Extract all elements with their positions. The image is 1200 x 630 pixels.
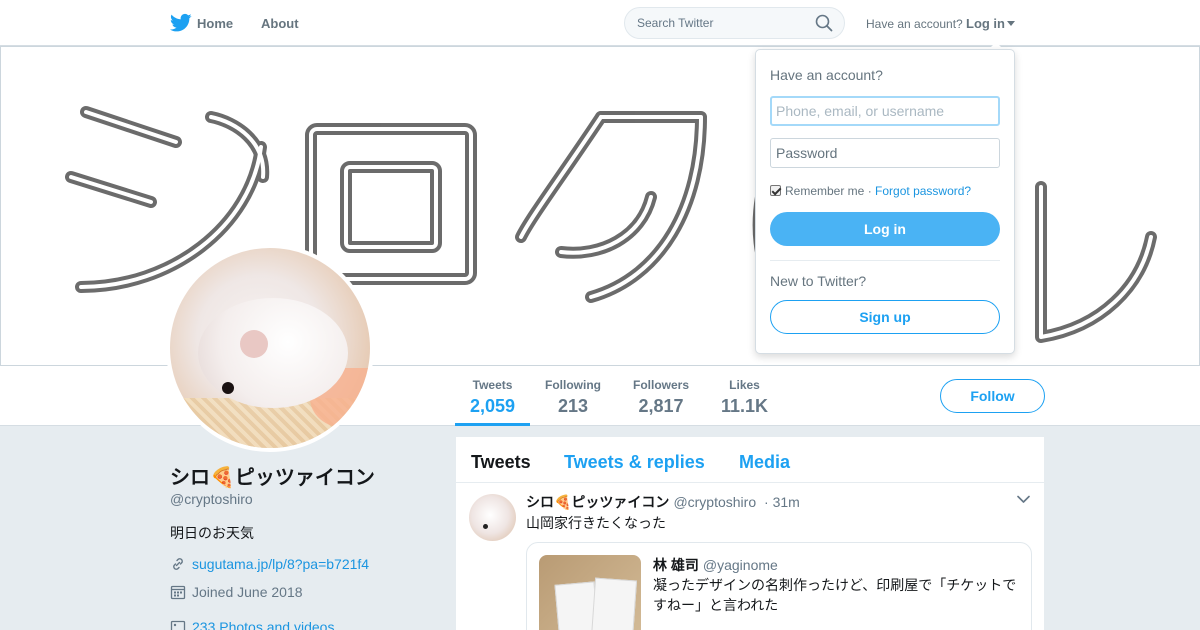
signup-button[interactable]: Sign up xyxy=(770,300,1000,334)
quoted-tweet-header: 林 雄司 @yaginome xyxy=(653,555,778,575)
timeline-tabs: Tweets Tweets & replies Media xyxy=(456,437,1044,483)
new-to-twitter-text: New to Twitter? xyxy=(770,273,867,289)
quoted-author-name: 林 雄司 xyxy=(653,557,699,573)
hamster-photo xyxy=(170,248,370,448)
stat-following[interactable]: Following 213 xyxy=(545,378,601,417)
profile-handle[interactable]: @cryptoshiro xyxy=(170,491,253,507)
separator-dot: · xyxy=(867,184,872,198)
profile-url-link[interactable]: sugutama.jp/lp/8?pa=b721f4 xyxy=(192,556,369,572)
dropdown-have-account-text: Have an account? xyxy=(770,67,883,83)
quoted-author-handle: @yaginome xyxy=(702,557,778,573)
stat-tweets[interactable]: Tweets 2,059 xyxy=(470,378,515,417)
calendar-icon xyxy=(170,585,186,600)
stat-followers-value: 2,817 xyxy=(638,396,684,416)
profile-avatar[interactable] xyxy=(166,244,374,452)
stat-followers[interactable]: Followers 2,817 xyxy=(633,378,689,417)
tweet-author-name[interactable]: シロ🍕ピッツァイコン xyxy=(526,494,669,510)
quoted-tweet-card[interactable]: 林 雄司 @yaginome 凝ったデザインの名刺作ったけど、印刷屋で「チケットで… xyxy=(526,542,1032,630)
profile-bio: 明日のお天気 xyxy=(170,525,254,541)
tweet-author-handle[interactable]: @cryptoshiro xyxy=(673,494,756,510)
ticket-card-graphic xyxy=(590,577,638,630)
timeline-panel: Tweets Tweets & replies Media シロ🍕ピッツァイコン… xyxy=(456,437,1044,630)
quoted-tweet-text: 凝ったデザインの名刺作ったけど、印刷屋で「チケットですねー」と言われた xyxy=(653,577,1017,613)
twitter-bird-icon[interactable] xyxy=(170,13,192,33)
chevron-down-icon[interactable] xyxy=(1017,495,1030,504)
tweet-header: シロ🍕ピッツァイコン @cryptoshiro · 31m xyxy=(526,492,800,512)
tweet-text: 山岡家行きたくなった xyxy=(526,515,666,531)
stat-likes-label: Likes xyxy=(729,378,760,392)
stat-followers-label: Followers xyxy=(633,378,690,392)
photo-icon xyxy=(170,620,186,630)
have-account-text: Have an account? xyxy=(866,17,963,31)
profile-photos-link[interactable]: 233 Photos and videos xyxy=(192,619,334,630)
tab-tweets[interactable]: Tweets xyxy=(471,452,531,473)
profile-photos-row[interactable]: 233 Photos and videos xyxy=(170,619,334,630)
search-input[interactable]: Search Twitter xyxy=(624,7,845,39)
hamster-body-graphic xyxy=(198,298,348,408)
nav-home-link[interactable]: Home xyxy=(197,16,233,31)
profile-url-row[interactable]: sugutama.jp/lp/8?pa=b721f4 xyxy=(170,556,369,572)
mini-hamster-eye-graphic xyxy=(483,524,488,529)
password-field[interactable]: Password xyxy=(770,138,1000,168)
username-field[interactable]: Phone, email, or username xyxy=(770,96,1000,126)
tab-media[interactable]: Media xyxy=(739,452,790,473)
stat-following-value: 213 xyxy=(557,396,589,416)
login-dropdown: Have an account? Phone, email, or userna… xyxy=(755,49,1015,354)
remember-me-checkbox[interactable] xyxy=(770,185,781,196)
profile-joined-text: Joined June 2018 xyxy=(192,584,303,600)
dropdown-divider xyxy=(770,260,1000,261)
hamster-ear-graphic xyxy=(240,330,268,358)
stat-tweets-value: 2,059 xyxy=(470,396,516,416)
login-dropdown-toggle[interactable]: Log in xyxy=(966,16,1005,31)
nav-about-link[interactable]: About xyxy=(261,16,299,31)
forgot-password-link[interactable]: Forgot password? xyxy=(875,184,971,198)
remember-me-label[interactable]: Remember me xyxy=(785,184,864,198)
profile-joined-row: Joined June 2018 xyxy=(170,584,303,600)
quoted-tweet-image[interactable] xyxy=(539,555,641,630)
login-button[interactable]: Log in xyxy=(770,212,1000,246)
stat-likes-value: 11.1K xyxy=(721,396,769,416)
follow-button[interactable]: Follow xyxy=(940,379,1045,413)
tweet-timestamp[interactable]: · 31m xyxy=(764,494,800,510)
active-stat-underline xyxy=(455,423,530,426)
link-icon xyxy=(173,558,183,570)
search-icon[interactable] xyxy=(815,14,833,32)
stat-following-label: Following xyxy=(545,378,601,392)
tweet-author-avatar[interactable] xyxy=(469,494,516,541)
hamster-eye-graphic xyxy=(222,382,234,394)
top-navigation-bar: Home About Search Twitter Have an accoun… xyxy=(0,0,1200,46)
stat-likes[interactable]: Likes 11.1K xyxy=(721,378,768,417)
remember-me-row: Remember me · Forgot password? xyxy=(770,184,971,198)
profile-name[interactable]: シロ🍕ピッツァイコン xyxy=(170,461,375,490)
caret-down-icon[interactable] xyxy=(1007,21,1015,26)
tab-tweets-and-replies[interactable]: Tweets & replies xyxy=(564,452,705,473)
stat-tweets-label: Tweets xyxy=(472,378,513,392)
